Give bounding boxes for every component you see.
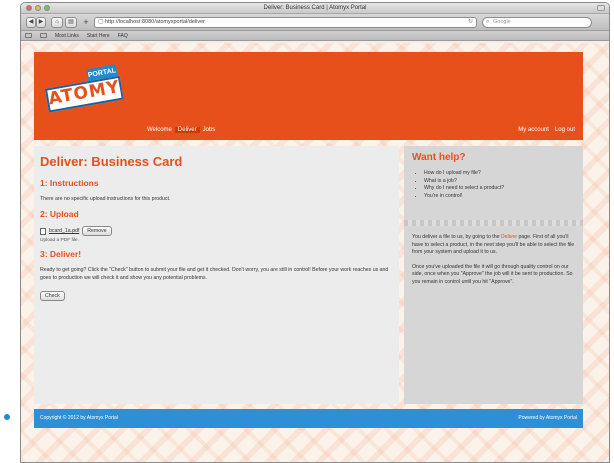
page-icon: ▢: [98, 19, 104, 25]
help-paragraph-deliver: You deliver a file to us, by going to th…: [412, 234, 575, 257]
forward-button[interactable]: ▶: [36, 17, 46, 28]
nav-welcome[interactable]: Welcome: [144, 127, 175, 133]
help-text: You deliver a file to us, by going to th…: [412, 234, 501, 240]
bookmark-icon[interactable]: ⌂: [51, 17, 63, 28]
url-text: http://localhost:8080/atomyxportal/deliv…: [105, 19, 205, 25]
check-button[interactable]: Check: [40, 291, 65, 301]
my-account-link[interactable]: My account: [518, 127, 549, 133]
browser-toolbar: ◀ ▶ ⌂ ▤ + ▢ http://localhost:8080/atomyx…: [21, 14, 609, 31]
window-title: Deliver: Business Card | Atomyx Portal: [263, 5, 367, 11]
nav-jobs[interactable]: Jobs: [200, 127, 219, 133]
site-header: PORTAL ATOMYX Welcome Deliver Jobs My ac…: [34, 52, 583, 140]
bookmark-link[interactable]: Most Links: [55, 33, 79, 39]
upload-heading: 2: Upload: [40, 209, 79, 219]
site-footer: Copyright © 2012 by Atomyx Portal Powere…: [34, 409, 583, 428]
deliver-text: Ready to get going? Click the "Check" bu…: [40, 267, 389, 281]
file-icon: [40, 227, 46, 235]
search-placeholder: Google: [493, 19, 511, 25]
help-paragraph-approve: Once you've uploaded the file it will go…: [412, 263, 573, 285]
address-bar[interactable]: ▢ http://localhost:8080/atomyxportal/del…: [94, 17, 477, 28]
instructions-heading: 1: Instructions: [40, 178, 99, 188]
back-button[interactable]: ◀: [26, 17, 36, 28]
help-divider: [404, 220, 583, 226]
logo-text: ATOMYX: [44, 75, 135, 113]
account-links: My account Log out: [518, 127, 575, 133]
bookmarks-bar: Most Links Start Here FAQ: [21, 31, 609, 41]
help-questions: How do I upload my file? What is a job? …: [412, 170, 575, 200]
search-icon: ⌕: [486, 19, 490, 25]
copyright-text: Copyright © 2012 by Atomyx Portal: [40, 415, 118, 421]
add-bookmark-button[interactable]: +: [81, 17, 91, 28]
log-out-link[interactable]: Log out: [555, 127, 575, 133]
nav-deliver[interactable]: Deliver: [174, 127, 200, 133]
help-question-link[interactable]: How do I upload my file?: [424, 170, 575, 178]
help-question-link[interactable]: What is a job?: [424, 178, 575, 186]
search-input[interactable]: ⌕ Google: [482, 17, 592, 28]
top-sites-icon[interactable]: [40, 33, 47, 38]
page-viewport: PORTAL ATOMYX Welcome Deliver Jobs My ac…: [21, 43, 609, 462]
bookmark-link[interactable]: Start Here: [87, 33, 110, 39]
main-content: Deliver: Business Card 1: Instructions T…: [34, 146, 399, 404]
reload-icon[interactable]: ↻: [468, 18, 473, 27]
deliver-page-link[interactable]: Deliver: [501, 234, 517, 240]
title-bar: Deliver: Business Card | Atomyx Portal: [21, 3, 609, 14]
powered-by-text: Powered by Atomyx Portal: [518, 415, 577, 421]
help-title: Want help?: [412, 152, 466, 163]
deliver-heading: 3: Deliver!: [40, 249, 82, 259]
sidebar-icon[interactable]: ▤: [65, 17, 77, 28]
callout-dot: [4, 414, 10, 420]
uploaded-file-row: bcard_1a.pdf Remove: [40, 226, 393, 236]
reading-list-icon[interactable]: [25, 33, 32, 38]
help-question-link[interactable]: Why do I need to select a product?: [424, 185, 575, 193]
upload-note: Upload a PDF file.: [40, 238, 79, 243]
help-sidebar: Want help? How do I upload my file? What…: [404, 146, 583, 404]
uploaded-file-name[interactable]: bcard_1a.pdf: [49, 228, 79, 234]
help-question-link[interactable]: You're in control!: [424, 193, 575, 201]
page-title: Deliver: Business Card: [40, 154, 183, 169]
instructions-text: There are no specific upload instruction…: [40, 196, 171, 202]
main-nav: Welcome Deliver Jobs: [144, 127, 218, 133]
toolbar-toggle-icon[interactable]: [597, 5, 605, 11]
browser-window: Deliver: Business Card | Atomyx Portal ◀…: [20, 2, 610, 463]
atomyx-logo[interactable]: PORTAL ATOMYX: [43, 64, 135, 121]
bookmark-link[interactable]: FAQ: [118, 33, 128, 39]
remove-file-button[interactable]: Remove: [82, 226, 112, 236]
